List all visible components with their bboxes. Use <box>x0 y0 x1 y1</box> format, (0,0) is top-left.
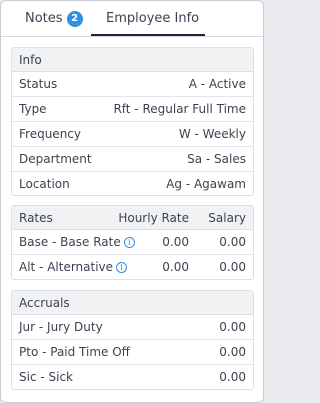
employee-panel: Notes 2 Employee Info Info Status A - Act… <box>0 0 264 403</box>
info-row-type: Type Rft - Regular Full Time <box>12 97 253 122</box>
info-row-location: Location Ag - Agawam <box>12 172 253 197</box>
salary-value: 0.00 <box>219 235 246 249</box>
info-value: Rft - Regular Full Time <box>113 102 246 116</box>
salary-value: 0.00 <box>219 260 246 274</box>
info-value: Ag - Agawam <box>166 177 246 191</box>
info-label: Frequency <box>19 127 81 141</box>
accrual-row-sick: Sic - Sick 0.00 <box>12 365 253 390</box>
info-icon[interactable]: i <box>123 237 135 248</box>
rate-label: Base - Base Rate <box>19 235 121 249</box>
tab-employee-info-label: Employee Info <box>106 11 200 26</box>
info-label: Department <box>19 152 92 166</box>
accrual-value: 0.00 <box>219 370 246 384</box>
rate-label: Alt - Alternative <box>19 260 114 274</box>
accruals-section-header: Accruals <box>12 291 253 315</box>
info-value: W - Weekly <box>178 127 246 141</box>
accrual-row-jury-duty: Jur - Jury Duty 0.00 <box>12 315 253 340</box>
accrual-value: 0.00 <box>219 345 246 359</box>
rates-section-header: Rates Hourly Rate Salary <box>12 206 253 230</box>
info-label: Location <box>19 177 70 191</box>
tab-notes-label: Notes <box>25 11 63 26</box>
info-row-status: Status A - Active <box>12 72 253 97</box>
rate-row-base: Base - Base Rate i 0.00 0.00 <box>12 230 253 255</box>
accrual-value: 0.00 <box>219 320 246 334</box>
info-row-department: Department Sa - Sales <box>12 147 253 172</box>
info-section: Info Status A - Active Type Rft - Regula… <box>11 47 254 196</box>
accruals-section: Accruals Jur - Jury Duty 0.00 Pto - Paid… <box>11 290 254 390</box>
tab-notes[interactable]: Notes 2 <box>25 9 83 29</box>
rate-row-alt: Alt - Alternative i 0.00 0.00 <box>12 255 253 280</box>
info-value: Sa - Sales <box>187 152 246 166</box>
info-value: A - Active <box>188 77 246 91</box>
hourly-rate-value: 0.00 <box>162 260 189 274</box>
salary-column-header: Salary <box>208 211 246 225</box>
rate-label-wrap: Base - Base Rate i <box>19 230 135 254</box>
accrual-label: Pto - Paid Time Off <box>19 345 130 359</box>
accrual-label: Sic - Sick <box>19 370 74 384</box>
hourly-rate-column-header: Hourly Rate <box>118 211 189 225</box>
tab-employee-info[interactable]: Employee Info <box>106 9 199 29</box>
accrual-label: Jur - Jury Duty <box>19 320 103 334</box>
rate-label-wrap: Alt - Alternative i <box>19 255 128 279</box>
info-row-frequency: Frequency W - Weekly <box>12 122 253 147</box>
info-section-header: Info <box>12 48 253 72</box>
info-label: Status <box>19 77 58 91</box>
info-icon[interactable]: i <box>116 262 128 273</box>
tab-bar: Notes 2 Employee Info <box>1 1 263 37</box>
active-tab-indicator <box>91 34 205 36</box>
rates-section: Rates Hourly Rate Salary Base - Base Rat… <box>11 205 254 280</box>
hourly-rate-value: 0.00 <box>162 235 189 249</box>
rates-title: Rates <box>19 211 53 225</box>
info-label: Type <box>19 102 47 116</box>
accrual-row-paid-time-off: Pto - Paid Time Off 0.00 <box>12 340 253 365</box>
notes-count-badge: 2 <box>66 11 83 27</box>
